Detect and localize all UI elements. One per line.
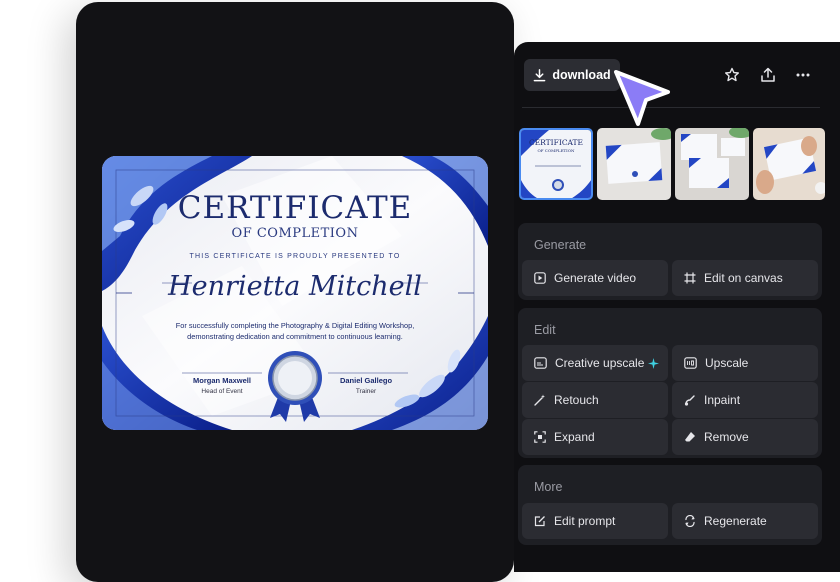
edit-on-canvas-button[interactable]: Edit on canvas (672, 260, 818, 296)
signer-role: Trainer (355, 388, 377, 395)
edit-prompt-icon (534, 516, 545, 527)
action-label: Edit prompt (554, 514, 616, 528)
action-label: Upscale (705, 356, 749, 370)
thumbnail-1[interactable]: CERTIFICATE OF COMPLETION (519, 128, 593, 200)
sparkle-icon (648, 357, 660, 369)
download-button[interactable]: download (524, 59, 620, 91)
eraser-icon (685, 432, 695, 442)
retouch-button[interactable]: Retouch (522, 382, 668, 418)
canvas-icon (684, 272, 696, 284)
thumbnail-2[interactable] (597, 128, 671, 200)
expand-icon (534, 431, 546, 443)
signer-role: Head of Event (201, 388, 243, 395)
video-icon (534, 272, 546, 284)
section-title: Generate (534, 238, 587, 252)
action-label: Regenerate (704, 514, 767, 528)
thumbnail-4[interactable] (753, 128, 825, 200)
upscale-button[interactable]: Upscale (672, 345, 818, 381)
more-icon[interactable] (792, 64, 814, 86)
section-title: Edit (534, 323, 556, 337)
certificate-recipient: Henrietta Mitchell (168, 271, 422, 302)
generate-video-button[interactable]: Generate video (522, 260, 668, 296)
signer-name: Daniel Gallego (339, 376, 393, 385)
inpaint-icon (684, 395, 695, 406)
creative-upscale-icon (534, 357, 547, 369)
thumbnail-subtitle: OF COMPLETION (537, 148, 575, 153)
action-label: Inpaint (704, 393, 741, 407)
certificate-presented-to: THIS CERTIFICATE IS PROUDLY PRESENTED TO (189, 253, 401, 260)
download-icon (533, 68, 546, 81)
action-label: Retouch (554, 393, 599, 407)
regenerate-icon (685, 515, 695, 527)
signer-name: Morgan Maxwell (193, 376, 251, 385)
remove-button[interactable]: Remove (672, 419, 818, 455)
expand-button[interactable]: Expand (522, 419, 668, 455)
action-label: Generate video (554, 271, 637, 285)
section-title: More (534, 480, 563, 494)
certificate-subtitle: OF COMPLETION (231, 226, 359, 241)
action-label: Expand (554, 430, 595, 444)
thumbnail-3[interactable] (675, 128, 749, 200)
star-icon[interactable] (721, 64, 743, 86)
creative-upscale-button[interactable]: Creative upscale (522, 345, 668, 381)
signature-left: Morgan Maxwell Head of Event (162, 376, 282, 395)
action-label: Edit on canvas (704, 271, 783, 285)
upscale-icon (684, 357, 697, 369)
action-label: Remove (704, 430, 749, 444)
certificate-image[interactable]: CERTIFICATE OF COMPLETION THIS CERTIFICA… (102, 156, 488, 430)
pointer-cursor-icon (614, 70, 670, 126)
signature-right: Daniel Gallego Trainer (306, 376, 426, 395)
inpaint-button[interactable]: Inpaint (672, 382, 818, 418)
share-icon[interactable] (757, 64, 779, 86)
certificate-description: For successfully completing the Photogra… (175, 321, 415, 341)
certificate-title: CERTIFICATE (177, 190, 413, 226)
action-label: Creative upscale (555, 356, 645, 370)
download-label: download (552, 68, 611, 82)
thumbnail-title: CERTIFICATE (528, 138, 584, 147)
edit-prompt-button[interactable]: Edit prompt (522, 503, 668, 539)
retouch-icon (534, 394, 545, 406)
regenerate-button[interactable]: Regenerate (672, 503, 818, 539)
